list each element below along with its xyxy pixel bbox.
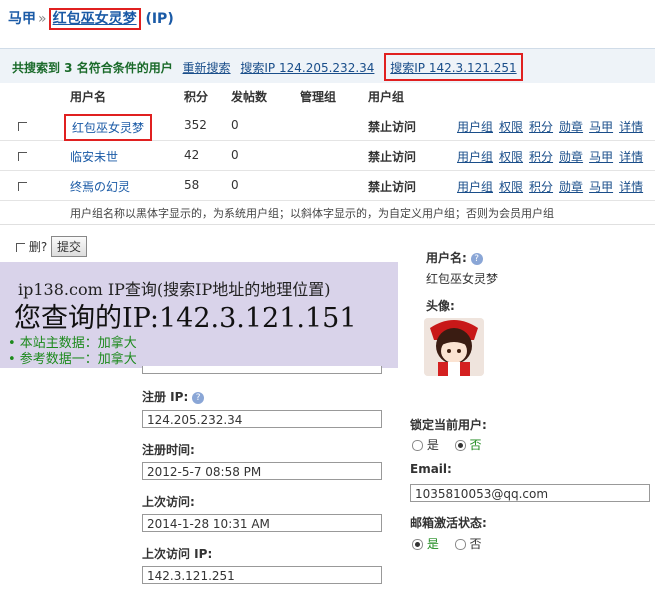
search-summary-bar: 共搜索到 3 名符合条件的用户 重新搜索 搜索IP 124.205.232.34… (0, 48, 655, 83)
op-points-link[interactable]: 积分 (529, 180, 553, 194)
username-link[interactable]: 临安未世 (70, 150, 118, 164)
op-details-link[interactable]: 详情 (619, 180, 643, 194)
delete-checkbox[interactable] (16, 243, 25, 252)
re-search-link[interactable]: 重新搜索 (183, 61, 231, 75)
user-table-header: 用户名 积分 发帖数 管理组 用户组 (0, 86, 655, 108)
avatar-label: 头像: (426, 299, 455, 313)
reg-ip-label: 注册 IP: (142, 390, 189, 404)
help-icon[interactable]: ? (470, 252, 483, 265)
ip-lookup-panel: ip138.com IP查询(搜索IP地址的地理位置) 您查询的IP:142.3… (0, 262, 398, 368)
lock-no-label: 否 (469, 438, 482, 452)
batch-actions: 删? 提交 (16, 236, 88, 257)
posts-cell: 0 (231, 118, 239, 132)
group-cell: 禁止访问 (368, 150, 417, 164)
lock-yes-radio[interactable] (412, 440, 423, 451)
search-result-count: 共搜索到 3 名符合条件的用户 (12, 61, 173, 75)
group-cell: 禁止访问 (368, 120, 417, 134)
help-icon[interactable]: ? (192, 391, 205, 404)
last-ip-field[interactable]: 142.3.121.251 (142, 566, 382, 584)
op-alt-link[interactable]: 马甲 (589, 150, 613, 164)
op-usergroup-link[interactable]: 用户组 (457, 150, 493, 164)
email-no-label: 否 (469, 537, 482, 551)
op-usergroup-link[interactable]: 用户组 (457, 180, 493, 194)
table-row: 临安未世 42 0 禁止访问 用户组 权限 积分 勋章 马甲 详情 (0, 142, 655, 171)
posts-cell: 0 (231, 148, 239, 162)
breadcrumb-user[interactable]: 红包巫女灵梦 (53, 11, 137, 27)
last-visit-label: 上次访问: (142, 495, 195, 509)
row-checkbox[interactable] (18, 122, 27, 131)
col-username: 用户名 (70, 90, 107, 104)
breadcrumb-user-highlight: 红包巫女灵梦 (48, 8, 141, 30)
table-row: 红包巫女灵梦 352 0 禁止访问 用户组 权限 积分 勋章 马甲 详情 (0, 112, 655, 141)
ip-location-ref: • 参考数据一：加拿大 (8, 352, 137, 367)
email-yes-radio[interactable] (412, 539, 423, 550)
lock-yes-label: 是 (426, 438, 439, 452)
op-alt-link[interactable]: 马甲 (589, 180, 613, 194)
search-ip2-link[interactable]: 搜索IP 142.3.121.251 (390, 61, 516, 75)
op-medal-link[interactable]: 勋章 (559, 150, 583, 164)
group-cell: 禁止访问 (368, 180, 417, 194)
ip-lookup-result: 您查询的IP:142.3.121.151 (14, 303, 357, 334)
username-value: 红包巫女灵梦 (426, 272, 499, 286)
points-cell: 42 (184, 148, 200, 162)
username-highlight: 红包巫女灵梦 (64, 114, 153, 141)
delete-label: 删? (28, 240, 48, 254)
col-points: 积分 (184, 90, 209, 104)
row-checkbox[interactable] (18, 152, 27, 161)
op-permission-link[interactable]: 权限 (499, 120, 523, 134)
username-label: 用户名: (426, 251, 467, 265)
breadcrumb-suffix: (IP) (145, 11, 174, 27)
usergroup-note: 用户组名称以黑体字显示的，为系统用户组；以斜体字显示的，为自定义用户组；否则为会… (70, 207, 554, 220)
op-details-link[interactable]: 详情 (619, 150, 643, 164)
col-posts: 发帖数 (231, 90, 268, 104)
search-ip2-highlight: 搜索IP 142.3.121.251 (384, 53, 523, 81)
col-user-group: 用户组 (368, 90, 405, 104)
last-ip-label: 上次访问 IP: (142, 547, 213, 561)
points-cell: 58 (184, 178, 200, 192)
email-no-radio[interactable] (454, 539, 466, 550)
username-link[interactable]: 红包巫女灵梦 (72, 121, 144, 135)
submit-button[interactable]: 提交 (51, 236, 88, 257)
op-usergroup-link[interactable]: 用户组 (457, 120, 493, 134)
row-checkbox[interactable] (18, 182, 27, 191)
reg-time-field[interactable]: 2012-5-7 08:58 PM (142, 462, 382, 480)
row-actions: 用户组 权限 积分 勋章 马甲 详情 (457, 118, 649, 135)
op-points-link[interactable]: 积分 (529, 150, 553, 164)
table-row: 终焉の幻灵 58 0 禁止访问 用户组 权限 积分 勋章 马甲 详情 (0, 172, 655, 201)
points-cell: 352 (184, 118, 207, 132)
op-permission-link[interactable]: 权限 (499, 150, 523, 164)
email-state-label: 邮箱激活状态: (410, 516, 487, 530)
username-field: 用户名: ? (426, 249, 483, 266)
email-state-options: 是 否 (412, 535, 482, 552)
op-medal-link[interactable]: 勋章 (559, 120, 583, 134)
username-link[interactable]: 终焉の幻灵 (70, 180, 130, 194)
reg-time-label: 注册时间: (142, 443, 195, 457)
avatar (424, 318, 484, 376)
op-points-link[interactable]: 积分 (529, 120, 553, 134)
lock-user-options: 是 否 (412, 436, 482, 453)
page-title: 马甲» 红包巫女灵梦 (IP) (8, 8, 174, 30)
divider (0, 224, 655, 225)
breadcrumb-root[interactable]: 马甲 (8, 11, 36, 27)
col-admin-group: 管理组 (300, 90, 337, 104)
posts-cell: 0 (231, 178, 239, 192)
op-alt-link[interactable]: 马甲 (589, 120, 613, 134)
op-medal-link[interactable]: 勋章 (559, 180, 583, 194)
row-actions: 用户组 权限 积分 勋章 马甲 详情 (457, 148, 649, 165)
email-yes-label: 是 (426, 537, 439, 551)
search-ip1-link[interactable]: 搜索IP 124.205.232.34 (240, 61, 374, 75)
last-visit-field[interactable]: 2014-1-28 10:31 AM (142, 514, 382, 532)
breadcrumb-separator: » (38, 11, 47, 27)
op-details-link[interactable]: 详情 (619, 120, 643, 134)
op-permission-link[interactable]: 权限 (499, 180, 523, 194)
reg-ip-row: 注册 IP: ? (142, 388, 205, 405)
email-field[interactable]: 1035810053@qq.com (410, 484, 650, 502)
obscured-field (142, 366, 382, 374)
row-actions: 用户组 权限 积分 勋章 马甲 详情 (457, 178, 649, 195)
email-label: Email: (410, 462, 452, 476)
lock-user-label: 锁定当前用户: (410, 418, 487, 432)
reg-ip-field[interactable]: 124.205.232.34 (142, 410, 382, 428)
lock-no-radio[interactable] (454, 440, 466, 451)
